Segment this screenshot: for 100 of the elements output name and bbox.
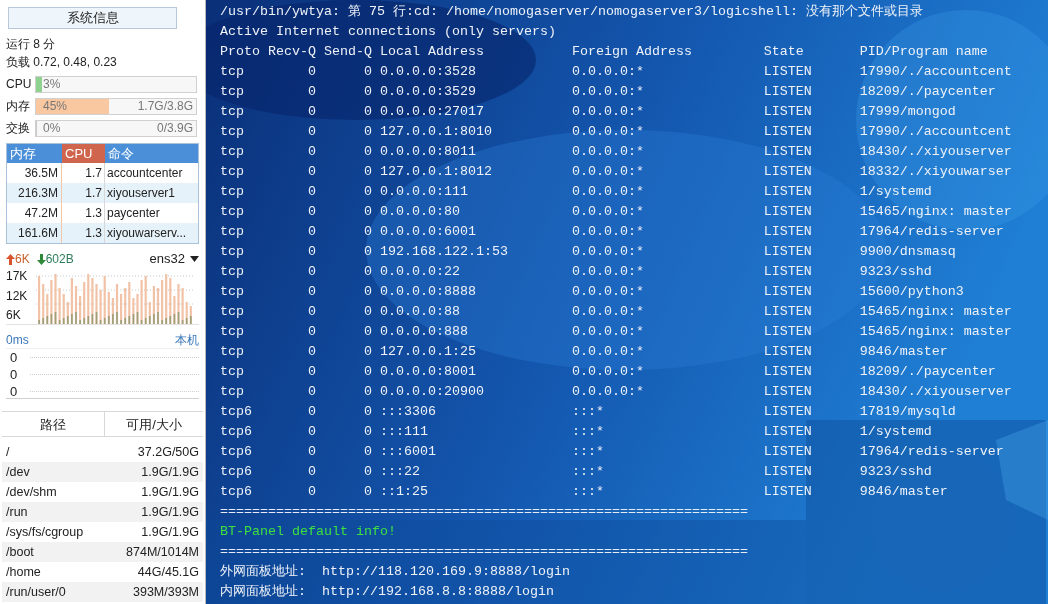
table-cell-text: LISTEN (763, 83, 813, 101)
table-cell-text: 0 (306, 223, 316, 241)
axis-label: 0 (9, 382, 19, 401)
table-cell-text: :::* (571, 483, 605, 501)
table-cell-text: tcp (220, 203, 245, 221)
table-cell-text: LISTEN (763, 283, 813, 301)
table-cell-text: 0 (362, 103, 372, 121)
table-cell-text: 18332/./xiyouwarser (859, 163, 1012, 181)
table-cell-text: xiyouserver1 (106, 185, 177, 202)
table-cell-text: accountcenter (106, 165, 184, 182)
table-cell-text: 18209/./paycenter (859, 83, 996, 101)
table-cell-text: 1/systemd (859, 183, 932, 201)
table-cell-text: LISTEN (763, 203, 813, 221)
table-cell-text: tcp (220, 363, 245, 381)
table-cell-text: LISTEN (763, 263, 813, 281)
table-cell-text: tcp (220, 323, 245, 341)
system-info-button[interactable]: 系统信息 (8, 7, 177, 29)
table-cell-text: LISTEN (763, 223, 813, 241)
interface-select[interactable]: ens32 (149, 249, 185, 269)
table-cell-text: 0 (362, 143, 372, 161)
column-header[interactable]: CPU (62, 144, 105, 163)
terminal-line: BT-Panel default info! (220, 523, 397, 541)
table-cell-text: LISTEN (763, 443, 813, 461)
table-cell-text: 0.0.0.0:* (571, 143, 645, 161)
table-cell-text: 0 (306, 163, 316, 181)
table-cell-text: 0.0.0.0:88 (378, 303, 461, 321)
table-cell-text: 18430/./xiyouserver (859, 383, 1012, 401)
table-cell-text: 15465/nginx: master (859, 203, 1012, 221)
table-cell-text: LISTEN (763, 423, 813, 441)
table-cell-text: 192.168.122.1:53 (378, 243, 509, 261)
table-cell-text: 0 (362, 263, 372, 281)
table-cell-text: tcp6 (220, 443, 253, 461)
table-cell-text: LISTEN (763, 63, 813, 81)
table-cell-text: 9900/dnsmasq (859, 243, 956, 261)
table-cell-text: 0.0.0.0:* (571, 83, 645, 101)
table-cell-text: /dev/shm (5, 484, 58, 501)
table-cell-text: 0 (362, 423, 372, 441)
column-header: Foreign Address (571, 43, 693, 61)
terminal-line: 内网面板地址: http://192.168.8.8:8888/login (220, 583, 555, 601)
table-cell-text: 15465/nginx: master (859, 303, 1012, 321)
table-cell-text: 0 (362, 123, 372, 141)
table-cell-text: paycenter (106, 205, 161, 222)
table-cell-text: 0 (362, 203, 372, 221)
table-cell-text: 0.0.0.0:* (571, 123, 645, 141)
column-header[interactable]: 内存 (7, 144, 62, 163)
table-cell-text: 0 (306, 263, 316, 281)
table-cell-text: 0 (362, 323, 372, 341)
column-header[interactable]: 命令 (105, 144, 198, 163)
table-cell-text: 1/systemd (859, 423, 932, 441)
table-cell-text: 0.0.0.0:* (571, 343, 645, 361)
table-cell-text: 0 (306, 103, 316, 121)
host-link[interactable]: 本机 (175, 333, 199, 348)
column-header: PID/Program name (859, 43, 988, 61)
meter-detail: 1.7G/3.8G (137, 98, 193, 114)
table-cell-text: 0 (362, 223, 372, 241)
table-cell-text: 0 (306, 423, 316, 441)
table-cell-text: 17964/redis-server (859, 223, 1004, 241)
table-cell-text: 0 (306, 483, 316, 501)
table-cell-text: 0 (306, 203, 316, 221)
table-cell-text: 15465/nginx: master (859, 323, 1012, 341)
table-cell-text: tcp (220, 143, 245, 161)
table-cell-text: 0 (306, 143, 316, 161)
table-cell-text: tcp (220, 163, 245, 181)
meter-label: 交换 (6, 120, 31, 137)
separator-line: ================================================================== (220, 543, 749, 561)
table-cell-text: tcp (220, 343, 245, 361)
column-header: 可用/大小 (125, 416, 183, 434)
table-cell-text: / (5, 444, 11, 461)
table-cell-text: 0.0.0.0:* (571, 283, 645, 301)
table-cell-text: 0 (306, 183, 316, 201)
table-cell-text: xiyouwarserv... (106, 225, 188, 242)
table-cell-text: LISTEN (763, 143, 813, 161)
table-cell-text: 0 (306, 323, 316, 341)
table-cell-text: ::1:25 (378, 483, 429, 501)
table-cell-text: 0.0.0.0:8011 (378, 143, 477, 161)
table-cell-text: 17819/mysqld (859, 403, 956, 421)
meter-detail: 0/3.9G (156, 120, 193, 136)
table-cell-text: 0 (362, 403, 372, 421)
table-cell-text: 0 (306, 283, 316, 301)
column-header: Send-Q (322, 43, 372, 61)
table-cell-text: LISTEN (763, 163, 813, 181)
table-cell-text: 0.0.0.0:* (571, 183, 645, 201)
table-cell-text: 0 (362, 343, 372, 361)
uptime-text: 运行 8 分 (5, 36, 57, 53)
table-cell-text: 0.0.0.0:80 (378, 203, 461, 221)
table-cell-text: :::* (571, 443, 605, 461)
table-cell-text: /dev (5, 464, 31, 481)
table-cell-text: LISTEN (763, 323, 813, 341)
table-cell-text: 0.0.0.0:8001 (378, 363, 477, 381)
meter-label: CPU (6, 76, 33, 93)
table-cell: 1.9G/1.9G (141, 485, 199, 499)
table-cell-text: 0.0.0.0:3529 (378, 83, 477, 101)
table-cell-text: 0.0.0.0:6001 (378, 223, 477, 241)
table-cell-text: 0.0.0.0:* (571, 63, 645, 81)
caret-icon (190, 256, 199, 262)
table-cell-text: 0 (362, 383, 372, 401)
table-cell: 874M/1014M (126, 545, 199, 559)
column-header: Recv-Q (268, 43, 316, 61)
meter-label: 内存 (6, 98, 31, 115)
load-text: 负载 0.72, 0.48, 0.23 (5, 54, 118, 71)
